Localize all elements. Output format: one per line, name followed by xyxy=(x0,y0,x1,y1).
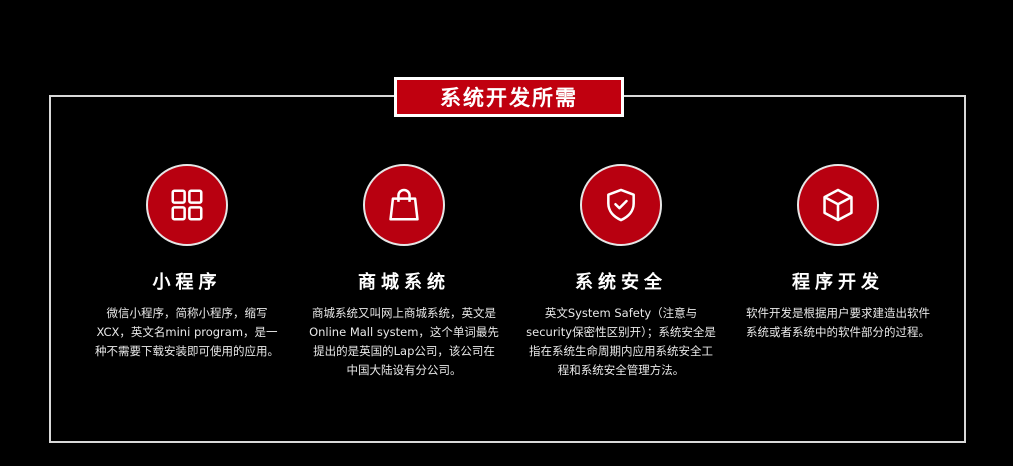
card-mall-system: 商城系统 商城系统又叫网上商城系统，英文是Online Mall system，… xyxy=(309,164,499,380)
card-title: 系统安全 xyxy=(575,272,667,293)
title-banner: 系统开发所需 xyxy=(394,77,624,117)
icon-circle xyxy=(797,164,879,246)
card-title: 小程序 xyxy=(152,272,222,293)
shopping-bag-icon xyxy=(389,188,419,221)
grid-icon xyxy=(171,189,203,221)
card-mini-program: 小程序 微信小程序，简称小程序，缩写XCX，英文名mini program，是一… xyxy=(92,164,282,361)
cube-icon xyxy=(823,188,853,222)
card-system-safety: 系统安全 英文System Safety（注意与security保密性区别开）；… xyxy=(526,164,716,380)
icon-circle xyxy=(146,164,228,246)
page-title: 系统开发所需 xyxy=(440,86,578,110)
card-title: 程序开发 xyxy=(792,272,884,293)
icon-circle xyxy=(363,164,445,246)
icon-circle xyxy=(580,164,662,246)
card-title: 商城系统 xyxy=(358,272,450,293)
card-description: 英文System Safety（注意与security保密性区别开）；系统安全是… xyxy=(526,306,716,377)
card-description: 软件开发是根据用户要求建造出软件系统或者系统中的软件部分的过程。 xyxy=(746,306,930,339)
card-description: 微信小程序，简称小程序，缩写XCX，英文名mini program，是一种不需要… xyxy=(95,306,279,358)
card-description: 商城系统又叫网上商城系统，英文是Online Mall system，这个单词最… xyxy=(309,306,499,377)
shield-check-icon xyxy=(607,188,635,222)
card-program-development: 程序开发 软件开发是根据用户要求建造出软件系统或者系统中的软件部分的过程。 xyxy=(743,164,933,342)
